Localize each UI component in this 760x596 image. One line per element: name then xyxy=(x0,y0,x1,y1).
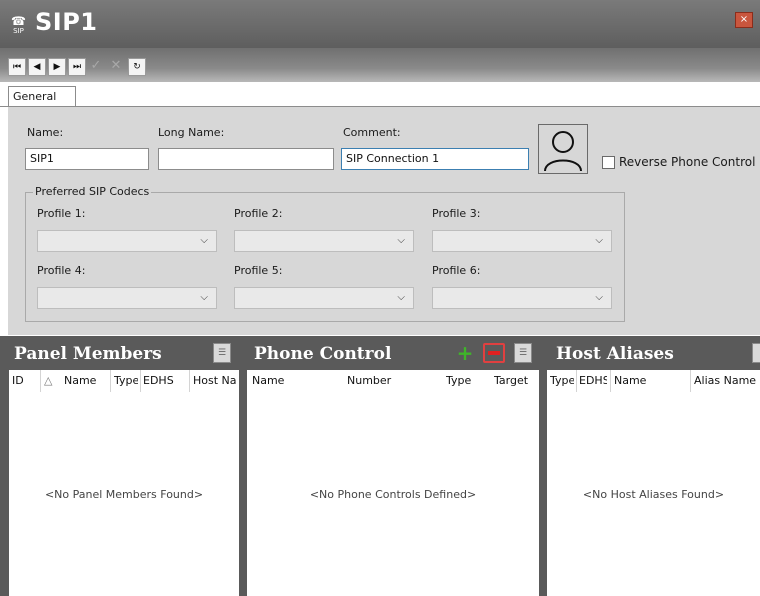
sip-phone-icon: ☎ SIP xyxy=(11,14,26,35)
previous-record-button[interactable]: ◀ xyxy=(28,58,46,76)
comment-field[interactable]: SIP Connection 1 xyxy=(341,148,529,170)
profile-3-select[interactable]: ⌵ xyxy=(432,230,612,252)
profile-6-select[interactable]: ⌵ xyxy=(432,287,612,309)
codecs-group-legend: Preferred SIP Codecs xyxy=(33,185,152,198)
phone-control-empty-message: <No Phone Controls Defined> xyxy=(309,488,477,501)
profile-4-label: Profile 4: xyxy=(37,264,86,277)
col-type[interactable]: Type xyxy=(446,374,486,387)
panel-members-menu-icon[interactable]: ☰ xyxy=(213,343,231,363)
reverse-phone-control-label: Reverse Phone Control xyxy=(619,155,756,169)
tab-strip xyxy=(0,82,760,107)
title-bar xyxy=(0,0,760,48)
col-divider xyxy=(189,370,190,392)
person-icon xyxy=(544,131,582,172)
comment-label: Comment: xyxy=(343,126,401,139)
long-name-field[interactable] xyxy=(158,148,334,170)
col-divider xyxy=(576,370,577,392)
col-divider xyxy=(140,370,141,392)
profile-6-label: Profile 6: xyxy=(432,264,481,277)
last-record-button[interactable]: ⏭ xyxy=(68,58,86,76)
phone-control-list[interactable] xyxy=(247,370,539,596)
col-divider xyxy=(610,370,611,392)
col-name[interactable]: Name xyxy=(614,374,684,387)
col-type[interactable]: Type xyxy=(114,374,138,387)
host-aliases-title: Host Aliases xyxy=(556,344,674,364)
refresh-button[interactable]: ↻ xyxy=(128,58,146,76)
avatar[interactable] xyxy=(538,124,588,174)
chevron-down-icon: ⌵ xyxy=(397,292,405,303)
add-phone-control-icon[interactable]: + xyxy=(455,343,475,363)
profile-1-select[interactable]: ⌵ xyxy=(37,230,217,252)
host-aliases-menu-icon[interactable] xyxy=(752,343,760,363)
profile-4-select[interactable]: ⌵ xyxy=(37,287,217,309)
name-field[interactable]: SIP1 xyxy=(25,148,149,170)
remove-phone-control-icon[interactable] xyxy=(483,343,505,363)
col-id[interactable]: ID xyxy=(12,374,26,387)
col-alias-name[interactable]: Alias Name xyxy=(694,374,760,387)
save-check-icon[interactable]: ✓ xyxy=(88,58,104,74)
phone-control-title: Phone Control xyxy=(254,344,392,364)
tab-general[interactable]: General xyxy=(8,86,76,106)
close-button[interactable]: × xyxy=(735,12,753,28)
profile-5-label: Profile 5: xyxy=(234,264,283,277)
chevron-down-icon: ⌵ xyxy=(200,292,208,303)
profile-2-select[interactable]: ⌵ xyxy=(234,230,414,252)
host-aliases-empty-message: <No Host Aliases Found> xyxy=(582,488,725,501)
col-name[interactable]: Name xyxy=(64,374,108,387)
profile-5-select[interactable]: ⌵ xyxy=(234,287,414,309)
sort-ascending-icon: △ xyxy=(44,374,53,387)
chevron-down-icon: ⌵ xyxy=(595,292,603,303)
chevron-down-icon: ⌵ xyxy=(200,235,208,246)
col-host-name[interactable]: Host Name xyxy=(193,374,237,387)
col-edhs[interactable]: EDHS xyxy=(579,374,607,387)
host-aliases-list[interactable] xyxy=(547,370,760,596)
cancel-x-icon[interactable]: ✕ xyxy=(108,58,124,74)
chevron-down-icon: ⌵ xyxy=(595,235,603,246)
first-record-button[interactable]: ⏮ xyxy=(8,58,26,76)
profile-2-label: Profile 2: xyxy=(234,207,283,220)
reverse-phone-control-checkbox[interactable] xyxy=(602,156,615,169)
col-divider xyxy=(110,370,111,392)
panel-members-empty-message: <No Panel Members Found> xyxy=(44,488,204,501)
phone-control-menu-icon[interactable]: ☰ xyxy=(514,343,532,363)
name-label: Name: xyxy=(27,126,64,139)
panel-members-list[interactable] xyxy=(9,370,239,596)
long-name-label: Long Name: xyxy=(158,126,225,139)
col-divider xyxy=(40,370,41,392)
col-edhs[interactable]: EDHS xyxy=(143,374,187,387)
col-target[interactable]: Target xyxy=(494,374,538,387)
profile-1-label: Profile 1: xyxy=(37,207,86,220)
col-type[interactable]: Type xyxy=(550,374,574,387)
chevron-down-icon: ⌵ xyxy=(397,235,405,246)
window-title: SIP1 xyxy=(35,8,98,36)
panel-members-title: Panel Members xyxy=(14,344,162,364)
col-name[interactable]: Name xyxy=(252,374,332,387)
profile-3-label: Profile 3: xyxy=(432,207,481,220)
col-divider xyxy=(690,370,691,392)
next-record-button[interactable]: ▶ xyxy=(48,58,66,76)
col-number[interactable]: Number xyxy=(347,374,427,387)
